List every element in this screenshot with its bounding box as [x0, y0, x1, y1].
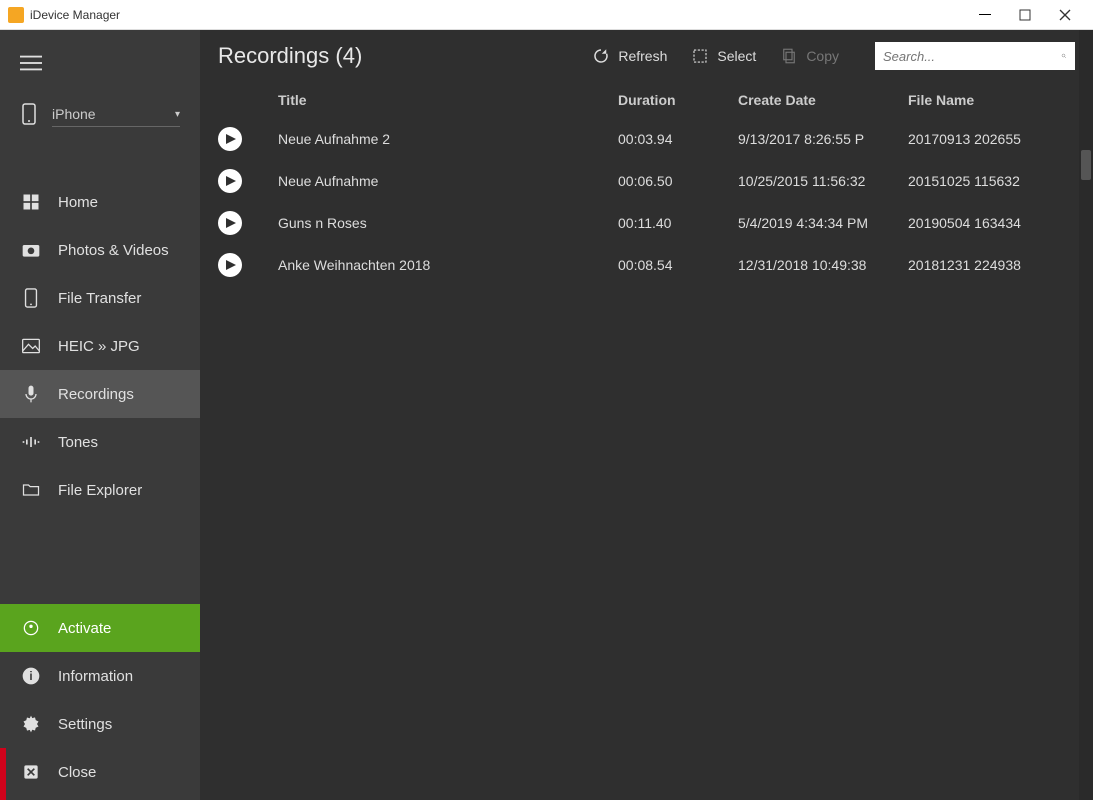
cell-create: 5/4/2019 4:34:34 PM	[738, 215, 908, 231]
nav-label: Settings	[58, 716, 112, 733]
nav-information[interactable]: i Information	[0, 652, 200, 700]
svg-text:i: i	[29, 670, 32, 683]
col-duration[interactable]: Duration	[618, 92, 738, 108]
cell-duration: 00:06.50	[618, 173, 738, 189]
gear-icon	[20, 714, 42, 734]
chevron-down-icon: ▾	[175, 109, 180, 120]
search-box[interactable]	[875, 42, 1075, 70]
play-button[interactable]	[218, 211, 242, 235]
nav-label: HEIC » JPG	[58, 338, 140, 355]
nav-recordings[interactable]: Recordings	[0, 370, 200, 418]
close-window-button[interactable]	[1045, 0, 1085, 30]
scrollbar-track[interactable]	[1079, 30, 1093, 800]
home-icon	[20, 192, 42, 212]
nav-label: Home	[58, 194, 98, 211]
cell-file: 20190504 163434	[908, 215, 1075, 231]
select-label: Select	[717, 48, 756, 64]
minimize-button[interactable]	[965, 0, 1005, 30]
table-body: Neue Aufnahme 2 00:03.94 9/13/2017 8:26:…	[200, 118, 1093, 286]
image-icon	[20, 336, 42, 356]
col-create-date[interactable]: Create Date	[738, 92, 908, 108]
table-row[interactable]: Anke Weihnachten 2018 00:08.54 12/31/201…	[218, 244, 1075, 286]
cell-create: 9/13/2017 8:26:55 P	[738, 131, 908, 147]
nav-label: Activate	[58, 620, 111, 637]
nav-photos-videos[interactable]: Photos & Videos	[0, 226, 200, 274]
play-button[interactable]	[218, 169, 242, 193]
table-row[interactable]: Guns n Roses 00:11.40 5/4/2019 4:34:34 P…	[218, 202, 1075, 244]
refresh-button[interactable]: Refresh	[592, 47, 667, 65]
nav-label: Tones	[58, 434, 98, 451]
nav-label: Photos & Videos	[58, 242, 169, 259]
nav-label: Information	[58, 668, 133, 685]
copy-icon	[780, 47, 798, 65]
cell-title: Guns n Roses	[278, 215, 618, 231]
cell-title: Neue Aufnahme 2	[278, 131, 618, 147]
cell-file: 20181231 224938	[908, 257, 1075, 273]
nav-label: File Explorer	[58, 482, 142, 499]
folder-icon	[20, 480, 42, 500]
nav-label: Close	[58, 764, 96, 781]
cell-title: Anke Weihnachten 2018	[278, 257, 618, 273]
page-title: Recordings (4)	[218, 43, 568, 69]
microphone-icon	[20, 384, 42, 404]
nav-label: File Transfer	[58, 290, 141, 307]
refresh-label: Refresh	[618, 48, 667, 64]
cell-create: 12/31/2018 10:49:38	[738, 257, 908, 273]
table-row[interactable]: Neue Aufnahme 00:06.50 10/25/2015 11:56:…	[218, 160, 1075, 202]
info-icon: i	[20, 666, 42, 686]
menu-toggle[interactable]	[0, 38, 200, 93]
sidebar: iPhone ▾ Home Photos & Videos File Trans…	[0, 30, 200, 800]
cell-duration: 00:08.54	[618, 257, 738, 273]
device-selector[interactable]: iPhone ▾	[0, 93, 200, 140]
titlebar: iDevice Manager	[0, 0, 1093, 30]
nav-close[interactable]: Close	[0, 748, 200, 796]
cell-duration: 00:03.94	[618, 131, 738, 147]
nav-home[interactable]: Home	[0, 178, 200, 226]
cell-duration: 00:11.40	[618, 215, 738, 231]
select-icon	[691, 47, 709, 65]
phone-icon	[20, 288, 42, 308]
scrollbar-thumb[interactable]	[1081, 150, 1091, 180]
device-name: iPhone	[52, 106, 96, 122]
col-file-name[interactable]: File Name	[908, 92, 1075, 108]
cell-title: Neue Aufnahme	[278, 173, 618, 189]
search-icon	[1061, 48, 1067, 64]
nav-file-explorer[interactable]: File Explorer	[0, 466, 200, 514]
nav-file-transfer[interactable]: File Transfer	[0, 274, 200, 322]
tones-icon	[20, 432, 42, 452]
maximize-button[interactable]	[1005, 0, 1045, 30]
activate-icon	[20, 618, 42, 638]
table-row[interactable]: Neue Aufnahme 2 00:03.94 9/13/2017 8:26:…	[218, 118, 1075, 160]
accent-bar	[0, 748, 6, 800]
refresh-icon	[592, 47, 610, 65]
nav-heic-jpg[interactable]: HEIC » JPG	[0, 322, 200, 370]
main-panel: Recordings (4) Refresh Select Copy Title…	[200, 30, 1093, 800]
copy-button: Copy	[780, 47, 839, 65]
phone-icon	[20, 103, 38, 130]
play-button[interactable]	[218, 127, 242, 151]
cell-create: 10/25/2015 11:56:32	[738, 173, 908, 189]
cell-file: 20170913 202655	[908, 131, 1075, 147]
copy-label: Copy	[806, 48, 839, 64]
nav-activate[interactable]: Activate	[0, 604, 200, 652]
col-title[interactable]: Title	[278, 92, 618, 108]
toolbar: Recordings (4) Refresh Select Copy	[200, 30, 1093, 76]
nav-label: Recordings	[58, 386, 134, 403]
select-button[interactable]: Select	[691, 47, 756, 65]
search-input[interactable]	[883, 49, 1061, 64]
play-button[interactable]	[218, 253, 242, 277]
nav-settings[interactable]: Settings	[0, 700, 200, 748]
table-header: Title Duration Create Date File Name	[200, 76, 1093, 118]
cell-file: 20151025 115632	[908, 173, 1075, 189]
app-logo-icon	[8, 7, 24, 23]
window-title: iDevice Manager	[30, 8, 965, 22]
close-icon	[20, 762, 42, 782]
nav-tones[interactable]: Tones	[0, 418, 200, 466]
camera-icon	[20, 240, 42, 260]
